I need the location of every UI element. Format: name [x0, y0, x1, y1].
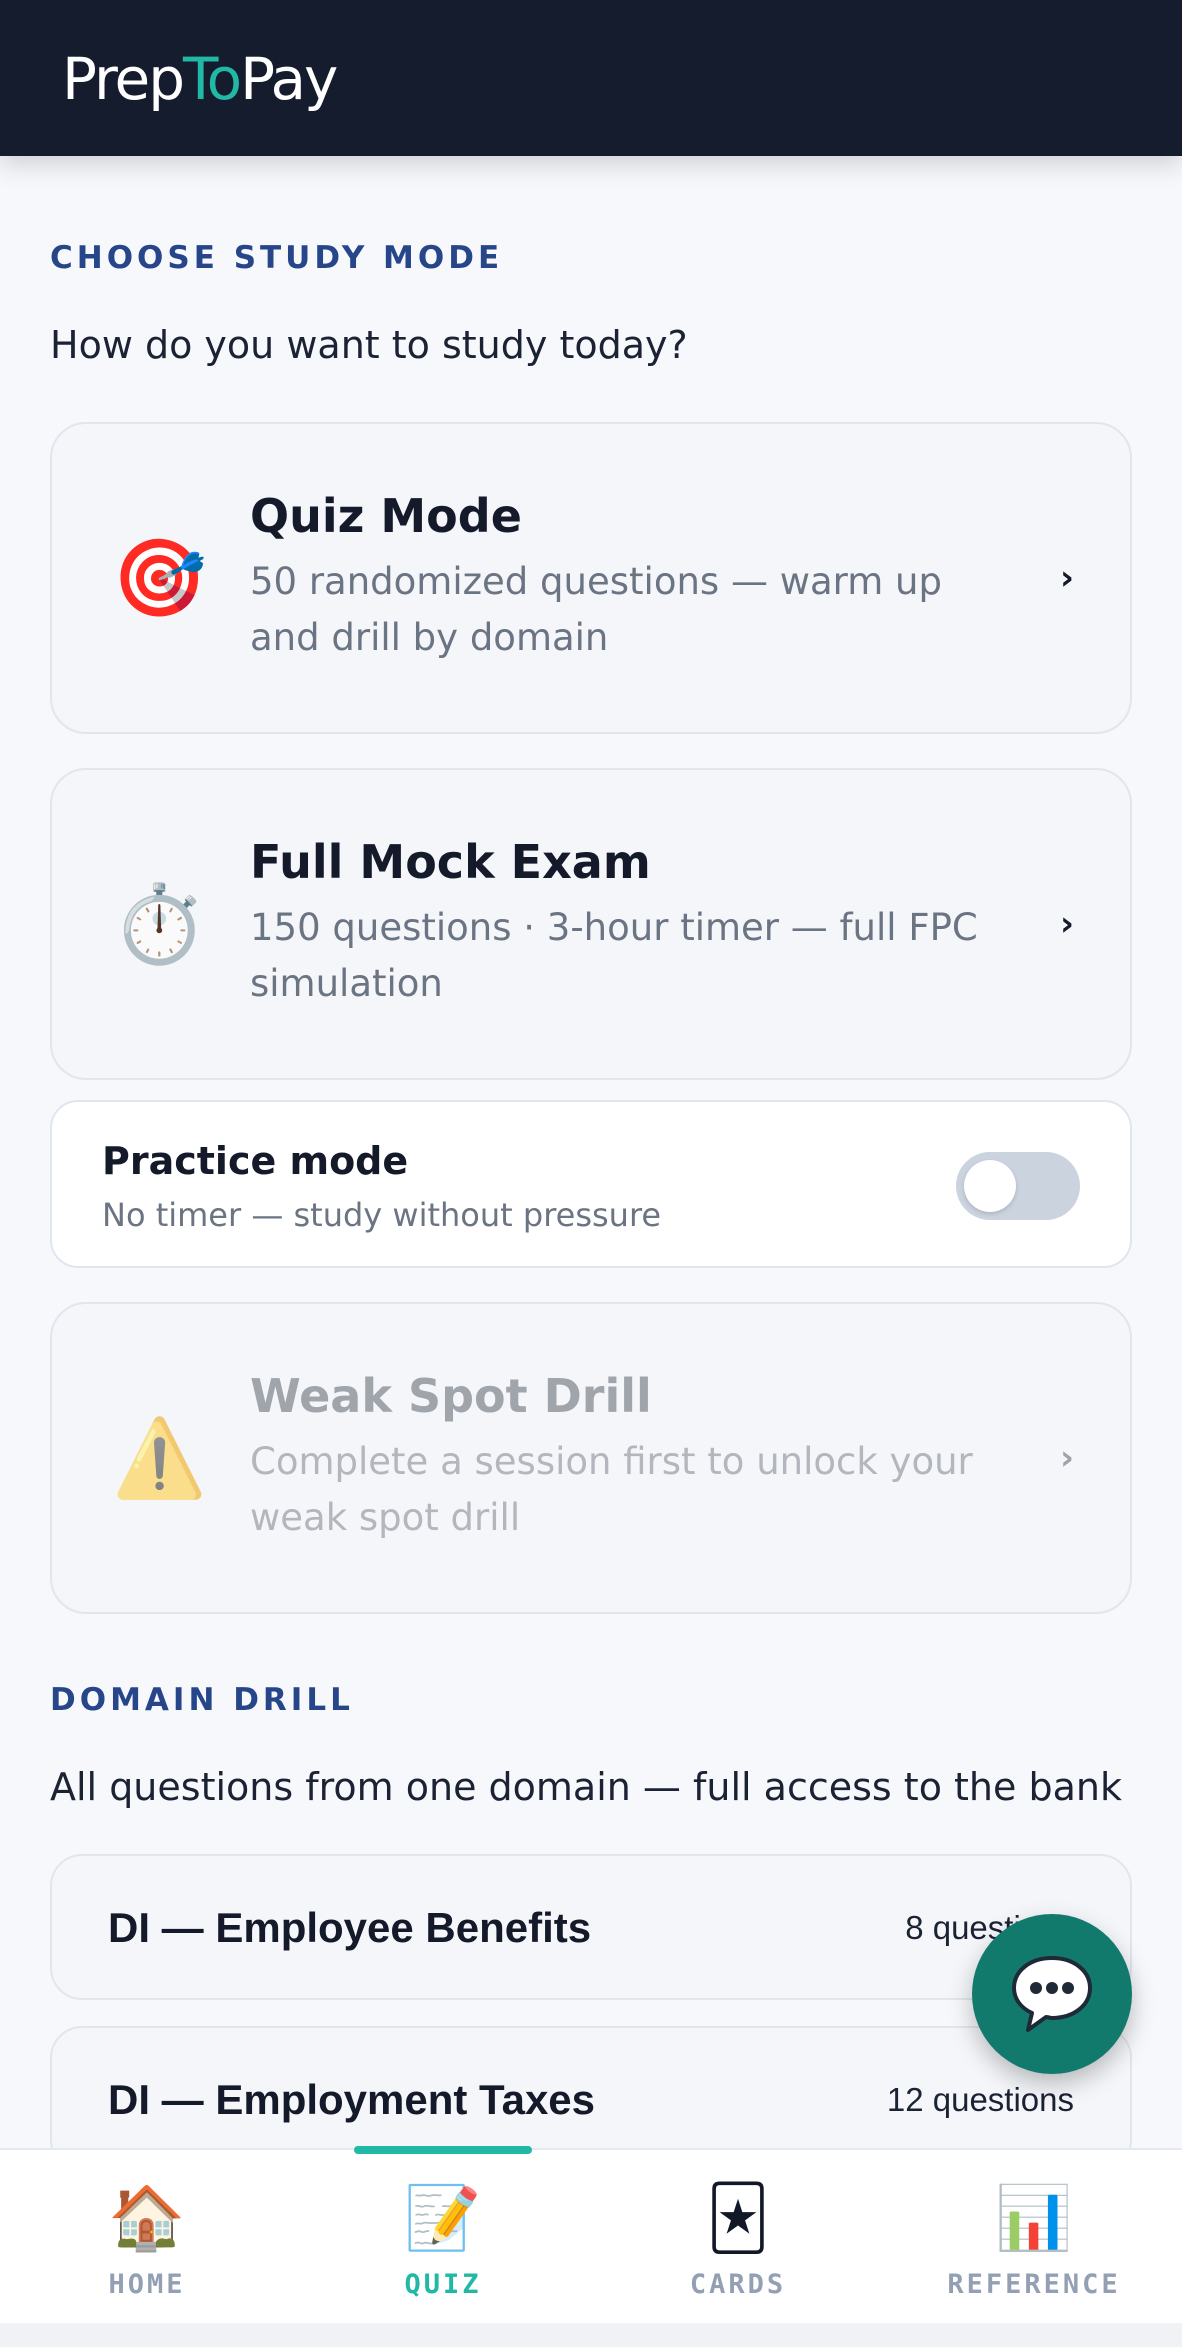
mock-exam-desc-line1: 150 questions · 3-hour timer — full FPC [250, 906, 978, 949]
practice-mode-title: Practice mode [102, 1139, 409, 1183]
domain-row-employment-taxes[interactable]: DI — Employment Taxes 12 questions [50, 2026, 1132, 2148]
chevron-right-icon: › [1059, 558, 1074, 598]
domain-name: DI — Employment Taxes [108, 2076, 596, 2123]
domain-drill-heading: DOMAIN DRILL [50, 1682, 354, 1718]
main-content[interactable]: CHOOSE STUDY MODE How do you want to stu… [0, 156, 1182, 2148]
domain-row-employee-benefits[interactable]: DI — Employee Benefits 8 questions [50, 1854, 1132, 2000]
nav-label: HOME [108, 2269, 186, 2300]
quiz-mode-description: 50 randomized questions — warm up and dr… [250, 554, 1010, 666]
domain-name: DI — Employee Benefits [108, 1904, 592, 1951]
domain-drill-subtitle: All questions from one domain — full acc… [50, 1765, 1122, 1809]
nav-quiz[interactable]: 📝 QUIZ [343, 2178, 543, 2308]
domain-question-count: 12 questions [886, 2081, 1074, 2118]
quiz-mode-desc-line2: and drill by domain [250, 616, 609, 659]
nav-label: QUIZ [404, 2269, 482, 2300]
study-mode-subtitle: How do you want to study today? [50, 323, 688, 367]
nav-label: REFERENCE [947, 2269, 1121, 2300]
mock-exam-desc-line2: simulation [250, 962, 443, 1005]
brand-text-prep: Prep [62, 45, 185, 113]
nav-label: CARDS [689, 2269, 787, 2300]
weak-spot-title: Weak Spot Drill [250, 1369, 652, 1423]
target-icon: 🎯 [112, 533, 207, 622]
chat-bubble-icon [1012, 1956, 1092, 2032]
memo-icon: 📝 [404, 2181, 482, 2254]
bottom-navigation: 🏠 HOME 📝 QUIZ 🃏 CARDS 📊 REFERENCE [0, 2146, 1182, 2323]
quiz-mode-title: Quiz Mode [250, 489, 522, 543]
nav-home[interactable]: 🏠 HOME [47, 2178, 247, 2308]
app-header: PrepToPay [0, 0, 1182, 156]
weak-spot-drill-card[interactable]: ⚠️ Weak Spot Drill Complete a session fi… [50, 1302, 1132, 1614]
practice-mode-toggle[interactable] [956, 1152, 1080, 1220]
joker-card-icon: 🃏 [706, 2181, 770, 2254]
study-mode-heading: CHOOSE STUDY MODE [50, 240, 504, 276]
weak-spot-description: Complete a session first to unlock your … [250, 1434, 1010, 1546]
home-icon: 🏠 [108, 2181, 186, 2254]
system-gesture-area [0, 2323, 1182, 2347]
brand-text-pay: Pay [240, 45, 338, 113]
brand-text-to: To [183, 45, 242, 113]
nav-cards[interactable]: 🃏 CARDS [638, 2178, 838, 2308]
practice-mode-panel: Practice mode No timer — study without p… [50, 1100, 1132, 1268]
quiz-mode-desc-line1: 50 randomized questions — warm up [250, 560, 942, 603]
active-tab-indicator [354, 2146, 532, 2154]
mock-exam-title: Full Mock Exam [250, 835, 651, 889]
quiz-mode-card[interactable]: 🎯 Quiz Mode 50 randomized questions — wa… [50, 422, 1132, 734]
full-mock-exam-card[interactable]: ⏱️ Full Mock Exam 150 questions · 3-hour… [50, 768, 1132, 1080]
stopwatch-icon: ⏱️ [112, 879, 207, 968]
chat-button[interactable] [972, 1914, 1132, 2074]
weak-spot-desc-line1: Complete a session first to unlock your [250, 1440, 973, 1483]
mock-exam-description: 150 questions · 3-hour timer — full FPC … [250, 900, 1010, 1012]
toggle-knob [964, 1160, 1016, 1212]
practice-mode-description: No timer — study without pressure [102, 1196, 662, 1234]
nav-reference[interactable]: 📊 REFERENCE [934, 2178, 1134, 2308]
weak-spot-desc-line2: weak spot drill [250, 1496, 521, 1539]
warning-icon: ⚠️ [112, 1413, 207, 1502]
chevron-right-icon: › [1059, 1438, 1074, 1478]
chevron-right-icon: › [1059, 904, 1074, 944]
brand-logo[interactable]: PrepToPay [62, 44, 338, 114]
bar-chart-icon: 📊 [995, 2181, 1073, 2254]
